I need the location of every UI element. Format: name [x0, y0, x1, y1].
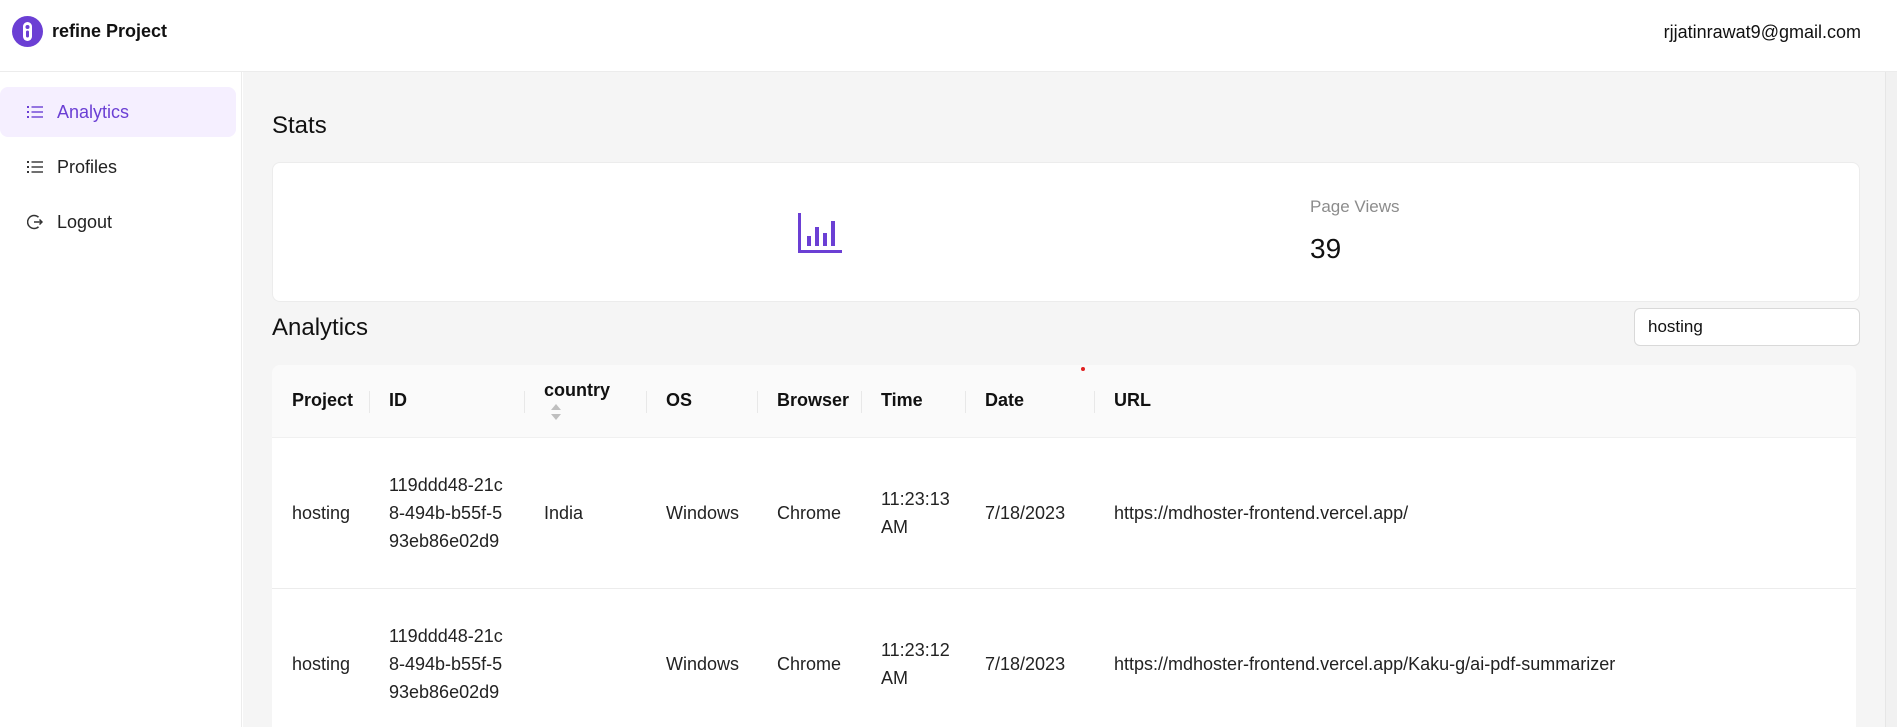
table-row[interactable]: hosting 119ddd48-21c8-494b-b55f-593eb86e… [272, 437, 1856, 589]
table-header-row: Project ID country OS Browser Time Date … [272, 365, 1856, 438]
column-header-label: country [544, 379, 611, 400]
main-content: Stats Page Views 39 Analytics Proj [243, 72, 1897, 727]
sort-icon[interactable] [551, 403, 561, 421]
page-views-value: 39 [1310, 233, 1342, 264]
cell-os: Windows [646, 437, 757, 589]
cell-url: https://mdhoster-frontend.vercel.app/Kak… [1094, 588, 1856, 727]
cell-url: https://mdhoster-frontend.vercel.app/ [1094, 437, 1856, 589]
cell-project: hosting [272, 437, 369, 589]
list-icon [27, 161, 43, 173]
indicator-dot [1081, 367, 1085, 371]
cell-os: Windows [646, 588, 757, 727]
brand-name: refine Project [52, 21, 168, 41]
logout-icon [27, 214, 43, 230]
column-header-time: Time [861, 365, 965, 438]
analytics-table: Project ID country OS Browser Time Date … [272, 365, 1856, 727]
table-row[interactable]: hosting 119ddd48-21c8-494b-b55f-593eb86e… [272, 588, 1856, 727]
search-input[interactable] [1634, 308, 1860, 346]
page-views-card: Page Views 39 [272, 162, 1860, 302]
sidebar-item-profiles[interactable]: Profiles [0, 142, 236, 192]
cell-country: India [524, 437, 646, 589]
bar-chart-icon [798, 213, 842, 253]
analytics-title: Analytics [272, 314, 369, 341]
cell-time: 11:23:12 AM [861, 588, 965, 727]
cell-project: hosting [272, 588, 369, 727]
page-views-label: Page Views [1310, 197, 1400, 216]
cell-date: 7/18/2023 [965, 588, 1094, 727]
cell-id: 119ddd48-21c8-494b-b55f-593eb86e02d9 [369, 437, 524, 589]
column-header-date: Date [965, 365, 1094, 438]
column-header-country[interactable]: country [524, 365, 646, 438]
cell-time: 11:23:13 AM [861, 437, 965, 589]
cell-date: 7/18/2023 [965, 437, 1094, 589]
refine-logo-icon [12, 16, 43, 47]
cell-browser: Chrome [757, 437, 861, 589]
sidebar-item-logout[interactable]: Logout [0, 197, 236, 247]
column-header-url: URL [1094, 365, 1856, 438]
app-header: refine Project rjjatinrawat9@gmail.com [0, 0, 1897, 72]
brand[interactable]: refine Project [12, 16, 167, 47]
column-header-project: Project [272, 365, 369, 438]
cell-id: 119ddd48-21c8-494b-b55f-593eb86e02d9 [369, 588, 524, 727]
sidebar-item-label: Logout [57, 211, 113, 232]
sidebar-item-analytics[interactable]: Analytics [0, 87, 236, 137]
column-header-os: OS [646, 365, 757, 438]
sidebar-item-label: Profiles [57, 156, 118, 177]
column-header-id: ID [369, 365, 524, 438]
sidebar-item-label: Analytics [57, 101, 130, 122]
user-email: rjjatinrawat9@gmail.com [1663, 22, 1861, 42]
stats-title: Stats [272, 112, 327, 139]
cell-browser: Chrome [757, 588, 861, 727]
scrollbar[interactable] [1885, 72, 1897, 727]
cell-country [524, 588, 646, 727]
sidebar: Analytics Profiles Logout [0, 72, 242, 727]
column-header-browser: Browser [757, 365, 861, 438]
list-icon [27, 106, 43, 118]
